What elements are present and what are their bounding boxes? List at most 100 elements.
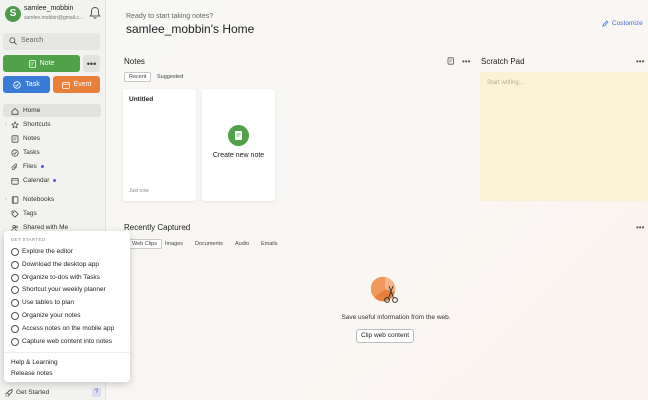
main-content: Ready to start taking notes? samlee_mobb… xyxy=(106,0,648,400)
paperclip-icon xyxy=(11,163,18,170)
customize-button[interactable]: Customize xyxy=(602,20,643,27)
tab-emails[interactable]: Emails xyxy=(257,239,282,249)
checklist-item-label: Organize your notes xyxy=(22,312,81,319)
new-task-button[interactable]: Task xyxy=(3,76,50,93)
get-started-header: GET STARTED xyxy=(11,237,46,242)
help-badge[interactable]: ? xyxy=(92,388,101,397)
page-title: samlee_mobbin's Home xyxy=(126,22,255,36)
customize-label: Customize xyxy=(612,20,643,27)
divider xyxy=(4,352,130,353)
new-event-button[interactable]: Event xyxy=(53,76,100,93)
search-input[interactable]: Search xyxy=(3,33,100,50)
calendar-icon xyxy=(61,81,70,89)
checkbox-circle-icon[interactable] xyxy=(11,324,19,333)
new-note-label: Note xyxy=(39,60,55,67)
tab-documents[interactable]: Documents xyxy=(191,239,227,249)
tab-web-clips[interactable]: Web Clips xyxy=(127,239,162,249)
sidebar-item-files[interactable]: Files xyxy=(3,160,101,173)
get-started-popup: GET STARTED Explore the editor Download t… xyxy=(4,231,130,382)
notification-dot xyxy=(53,178,57,182)
checkbox-circle-icon[interactable] xyxy=(11,299,19,308)
help-learning-link[interactable]: Help & Learning xyxy=(11,359,58,366)
check-circle-icon xyxy=(11,149,19,157)
sidebar-item-notes[interactable]: Notes xyxy=(3,132,101,145)
sidebar-item-tasks[interactable]: Tasks xyxy=(3,146,101,159)
check-circle-icon xyxy=(13,80,21,89)
sidebar-item-label: Shared with Me xyxy=(23,224,69,231)
checkbox-circle-icon[interactable] xyxy=(11,248,19,256)
account-switcher[interactable]: S samlee_mobbin samlee.mobbin@gmail.c... xyxy=(5,4,101,26)
sidebar-item-label: Tasks xyxy=(23,149,40,156)
sidebar-item-notebooks[interactable]: › Notebooks xyxy=(3,193,101,206)
scratch-pad-title: Scratch Pad xyxy=(481,57,525,66)
tab-images[interactable]: Images xyxy=(161,239,187,249)
account-name: samlee_mobbin xyxy=(24,5,74,12)
recently-captured-more[interactable]: ••• xyxy=(636,223,644,232)
expand-caret-icon[interactable]: › xyxy=(5,197,7,203)
notes-widget-more[interactable]: ••• xyxy=(462,57,470,66)
search-icon xyxy=(9,37,17,45)
new-event-label: Event xyxy=(73,81,92,88)
note-plus-icon xyxy=(28,59,36,68)
sidebar-item-label: Files xyxy=(23,163,44,170)
sidebar-item-shortcuts[interactable]: › Shortcuts xyxy=(3,118,101,131)
new-note-button[interactable]: Note xyxy=(3,55,80,72)
checklist-item-label: Capture web content into notes xyxy=(22,337,112,345)
release-notes-link[interactable]: Release notes xyxy=(11,370,53,377)
get-started-label: Get Started xyxy=(16,389,50,396)
scratch-pad-input[interactable]: Start writing... xyxy=(480,72,648,201)
checklist-item-label: Shortcut your weekly planner xyxy=(22,286,106,294)
empty-state-text: Save useful information from the web. xyxy=(341,314,451,321)
greeting-text: Ready to start taking notes? xyxy=(126,13,214,20)
sidebar-item-label: Notebooks xyxy=(23,196,55,203)
checklist-item-label: Download the desktop app xyxy=(22,260,99,268)
checkbox-circle-icon[interactable] xyxy=(11,312,19,320)
checklist-item-label: Use tables to plan xyxy=(22,299,75,307)
avatar[interactable]: S xyxy=(5,6,21,22)
sidebar-item-label: Home xyxy=(23,107,41,114)
calendar-icon xyxy=(11,177,19,185)
new-task-label: Task xyxy=(25,81,40,88)
note-card-date: Just now xyxy=(129,188,149,194)
note-card[interactable]: Untitled Just now xyxy=(123,89,196,201)
sidebar-item-calendar[interactable]: Calendar xyxy=(3,174,101,187)
account-email: samlee.mobbin@gmail.c... xyxy=(24,15,83,21)
web-clip-illustration-icon xyxy=(371,276,398,303)
checkbox-circle-icon[interactable] xyxy=(11,273,19,282)
checklist-item-label: Access notes on the mobile app xyxy=(22,324,115,332)
notes-widget-title: Notes xyxy=(124,57,145,66)
more-actions-button[interactable]: ••• xyxy=(83,55,100,72)
tab-recent[interactable]: Recent xyxy=(124,72,152,82)
checklist-item-label: Explore the editor xyxy=(22,248,73,255)
tab-suggested[interactable]: Suggested xyxy=(153,72,187,82)
tab-audio[interactable]: Audio xyxy=(231,239,253,249)
clip-web-content-button[interactable]: Clip web content xyxy=(356,329,414,343)
sidebar-item-label: Tags xyxy=(23,210,37,217)
expand-caret-icon[interactable]: › xyxy=(5,122,7,128)
recently-captured-title: Recently Captured xyxy=(124,223,191,232)
checkbox-circle-icon[interactable] xyxy=(11,260,19,269)
note-icon xyxy=(11,135,19,143)
create-note-label: Create new note xyxy=(212,152,265,159)
note-card-title: Untitled xyxy=(129,96,154,103)
checkbox-circle-icon[interactable] xyxy=(11,337,19,346)
bell-icon[interactable] xyxy=(89,6,101,20)
scratch-pad-more[interactable]: ••• xyxy=(636,57,644,66)
sidebar-item-label: Shortcuts xyxy=(23,121,51,128)
get-started-button[interactable]: Get Started ? xyxy=(3,387,101,399)
notification-dot xyxy=(40,164,44,168)
checkbox-circle-icon[interactable] xyxy=(11,286,19,295)
home-icon xyxy=(11,107,19,115)
create-new-note-card[interactable]: Create new note xyxy=(202,89,275,201)
rocket-icon xyxy=(5,389,13,397)
sidebar-item-home[interactable]: Home xyxy=(3,104,101,117)
star-icon xyxy=(11,121,19,129)
sidebar-item-tags[interactable]: Tags xyxy=(3,207,101,220)
tag-icon xyxy=(11,210,19,218)
create-note-icon xyxy=(228,125,249,146)
new-note-icon[interactable] xyxy=(447,57,455,65)
search-placeholder: Search xyxy=(21,37,44,44)
notebook-icon xyxy=(11,196,19,204)
sidebar-item-label: Calendar xyxy=(23,177,57,184)
checklist-item-label: Organize to-dos with Tasks xyxy=(22,273,100,281)
